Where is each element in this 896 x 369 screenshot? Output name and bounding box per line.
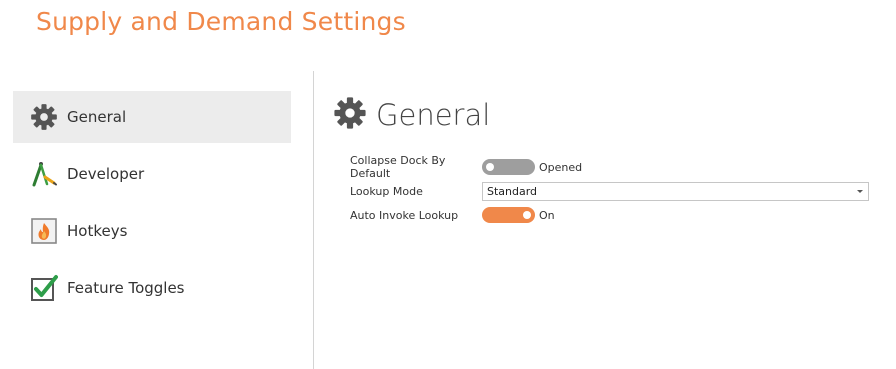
sidebar-item-developer[interactable]: Developer [13,148,291,200]
select-value: Standard [487,184,538,198]
setting-row-auto-invoke: Auto Invoke Lookup On [350,206,555,224]
sidebar-divider [313,71,314,369]
sidebar-item-hotkeys[interactable]: Hotkeys [13,205,291,257]
gear-icon [29,102,59,132]
sidebar-item-feature-toggles[interactable]: Feature Toggles [13,262,291,314]
lookup-mode-select[interactable]: Standard [482,181,869,201]
toggle-knob [523,211,531,219]
sidebar-item-label: Feature Toggles [67,279,185,297]
section-header: General [333,96,490,134]
toggle-state-text: Opened [539,160,583,174]
setting-row-collapse-dock: Collapse Dock By Default Opened [350,154,583,180]
gear-icon [333,96,367,134]
chevron-down-icon[interactable] [857,189,863,193]
flame-icon [29,216,59,246]
setting-label: Collapse Dock By Default [350,154,446,180]
page-title: General [376,98,491,132]
window-title: Supply and Demand Settings [36,7,406,36]
auto-invoke-toggle[interactable] [482,207,535,223]
setting-label: Auto Invoke Lookup [350,208,459,222]
sidebar-item-label: Developer [67,165,145,183]
setting-row-lookup-mode: Lookup Mode Standard [350,181,869,201]
sidebar-item-label: General [67,108,127,126]
toggle-state-text: On [539,208,555,222]
sidebar-nav: General Developer Hotkeys Feature Toggle… [13,91,291,319]
sidebar-item-general[interactable]: General [13,91,291,143]
toggle-knob [486,163,494,171]
checkbox-checked-icon [29,273,59,303]
sidebar-item-label: Hotkeys [67,222,128,240]
compass-pencil-icon [29,159,59,189]
setting-label: Lookup Mode [350,184,423,198]
collapse-dock-toggle[interactable] [482,159,535,175]
